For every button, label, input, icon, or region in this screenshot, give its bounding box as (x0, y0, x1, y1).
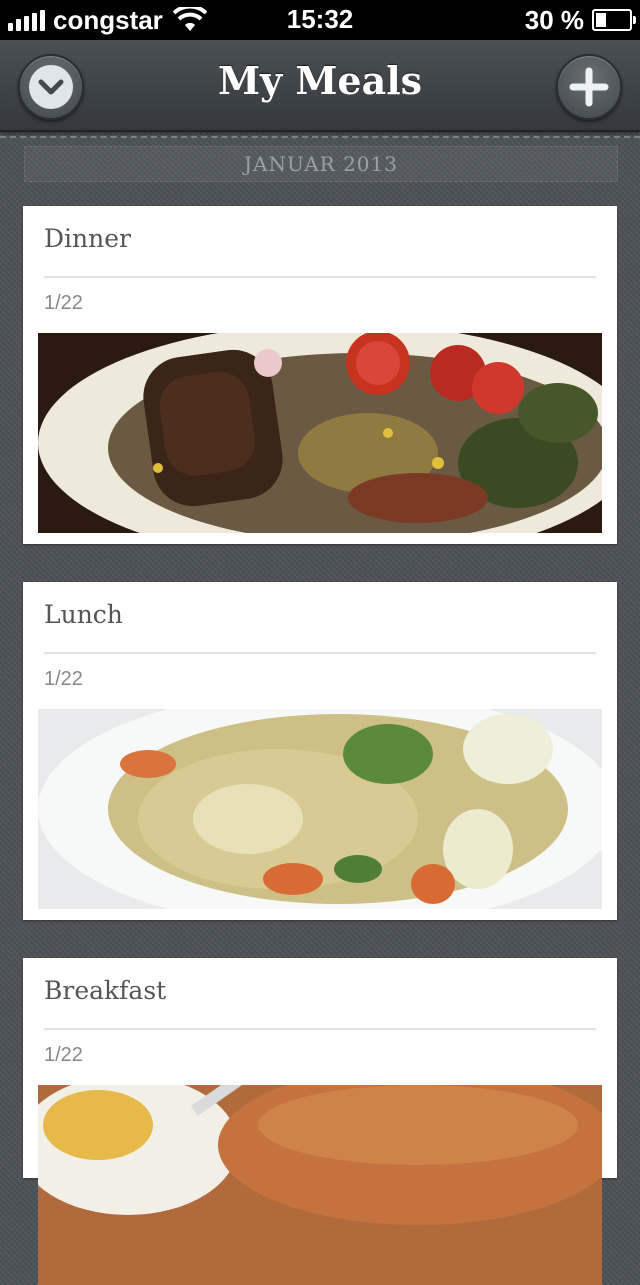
breakfast-photo[interactable] (38, 1085, 602, 1285)
status-bar: congstar 15:32 30 % (0, 0, 640, 40)
meal-card-dinner[interactable]: Dinner 1/22 (23, 206, 617, 544)
page-title: My Meals (217, 58, 423, 103)
navigation-bar: My Meals (0, 40, 640, 132)
steak-salad-photo[interactable] (38, 333, 602, 533)
meal-title: Dinner (44, 224, 131, 253)
battery-percentage: 30 % (524, 4, 584, 35)
meal-card-breakfast[interactable]: Breakfast 1/22 (23, 958, 617, 1285)
meal-date: 1/22 (44, 292, 83, 314)
card-divider (44, 652, 596, 654)
add-meal-button[interactable] (556, 54, 622, 120)
meal-date: 1/22 (44, 1044, 83, 1066)
navbar-divider (0, 136, 640, 138)
card-divider (44, 276, 596, 278)
card-divider (44, 1028, 596, 1030)
meal-title: Lunch (44, 600, 123, 629)
battery-level-fill (596, 13, 606, 27)
status-right: 30 % (524, 4, 636, 35)
battery-icon (592, 9, 636, 31)
noodle-vegetable-photo[interactable] (38, 709, 602, 909)
meal-title: Breakfast (44, 976, 167, 1005)
meal-date: 1/22 (44, 668, 83, 690)
plus-icon (567, 65, 611, 109)
meal-card-lunch[interactable]: Lunch 1/22 (23, 582, 617, 920)
month-section-header: JANUAR 2013 (24, 146, 618, 182)
